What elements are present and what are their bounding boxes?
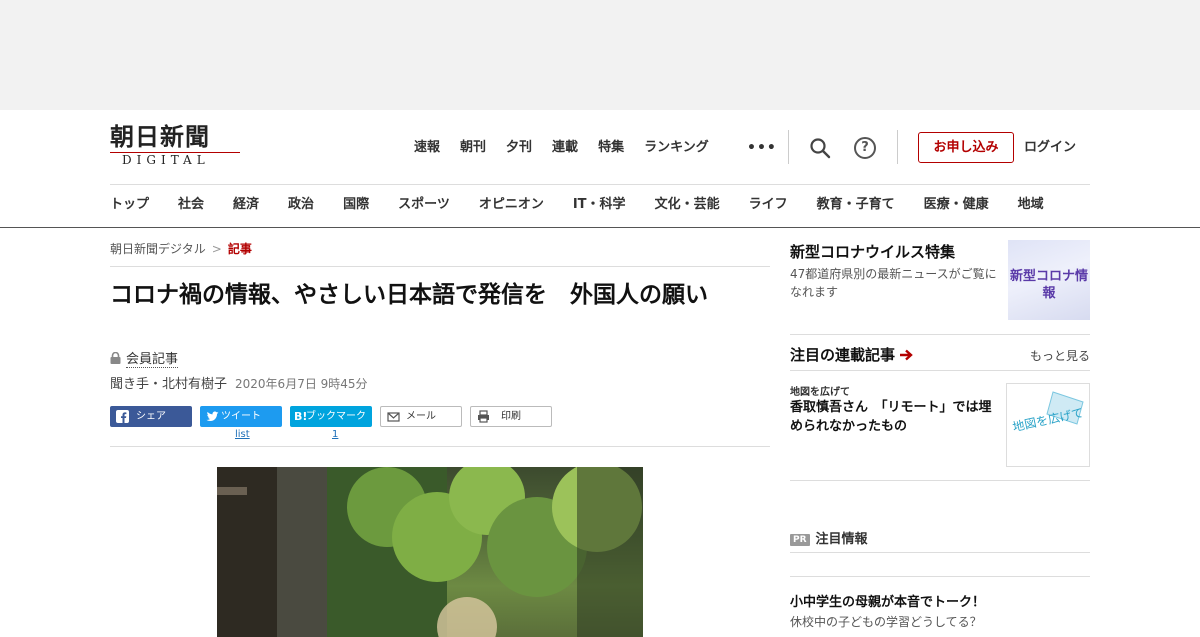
nav-divider <box>788 130 789 164</box>
cat-top[interactable]: トップ <box>110 195 149 215</box>
mail-icon <box>387 412 400 422</box>
cat-economy[interactable]: 経済 <box>233 195 259 215</box>
covid-feature-title[interactable]: 新型コロナウイルス特集 <box>790 241 955 262</box>
topnav-morning[interactable]: 朝刊 <box>460 138 486 158</box>
site-header: 朝日新聞 DIGITAL 速報 朝刊 夕刊 連載 特集 ランキング ••• ? … <box>0 110 1200 228</box>
twitter-share-label: ツイート <box>221 411 261 422</box>
sidebar-divider <box>790 334 1090 335</box>
more-menu-icon[interactable]: ••• <box>747 138 777 158</box>
share-bar: シェア ツイート B! ブックマーク メール 印刷 <box>110 406 560 427</box>
serial-heading: 注目の連載記事 <box>790 344 914 365</box>
topnav-feature[interactable]: 特集 <box>598 138 624 158</box>
serial-heading-label[interactable]: 注目の連載記事 <box>790 346 895 364</box>
topnav-ranking[interactable]: ランキング <box>644 138 709 158</box>
more-link[interactable]: もっと見る <box>1030 347 1090 364</box>
member-label[interactable]: 会員記事 <box>126 352 179 368</box>
twitter-count[interactable]: list <box>235 429 250 440</box>
mail-label: メール <box>406 411 436 422</box>
cat-region[interactable]: 地域 <box>1018 195 1044 215</box>
covid-feature-image[interactable]: 新型コロナ情報 <box>1008 240 1090 320</box>
sidebar-divider <box>790 480 1090 481</box>
serial-item-title[interactable]: 香取慎吾さん 「リモート」では埋められなかったもの <box>790 398 1000 436</box>
twitter-icon <box>206 411 219 421</box>
ad-banner-area <box>0 0 1200 110</box>
hatena-count[interactable]: 1 <box>332 429 338 440</box>
breadcrumb-divider <box>110 266 770 267</box>
byline: 聞き手・北村有樹子 2020年6月7日 9時45分 <box>110 373 368 392</box>
top-nav: 速報 朝刊 夕刊 連載 特集 ランキング <box>414 138 729 158</box>
login-link[interactable]: ログイン <box>1024 138 1076 158</box>
cat-opinion[interactable]: オピニオン <box>479 195 544 215</box>
topnav-breaking[interactable]: 速報 <box>414 138 440 158</box>
sidebar-divider <box>790 576 1090 577</box>
article-title: コロナ禍の情報、やさしい日本語で発信を 外国人の願い <box>110 282 708 308</box>
subscribe-button[interactable]: お申し込み <box>918 132 1014 163</box>
article-photo <box>217 467 643 637</box>
cat-international[interactable]: 国際 <box>343 195 369 215</box>
cat-health[interactable]: 医療・健康 <box>924 195 989 215</box>
logo-kanji: 朝日新聞 <box>110 122 210 151</box>
hatena-icon: B! <box>294 410 308 423</box>
printer-icon <box>478 410 489 423</box>
serial-item-label: 地図を広げて <box>790 387 850 398</box>
cat-politics[interactable]: 政治 <box>288 195 314 215</box>
search-icon[interactable] <box>809 137 831 159</box>
pr-item-title[interactable]: 小中学生の母親が本音でトーク！ <box>790 591 985 610</box>
print-button[interactable]: 印刷 <box>470 406 552 427</box>
topnav-evening[interactable]: 夕刊 <box>506 138 532 158</box>
cat-culture[interactable]: 文化・芸能 <box>655 195 720 215</box>
facebook-share-label: シェア <box>136 411 166 422</box>
hatena-bookmark-button[interactable]: B! ブックマーク <box>290 406 372 427</box>
pr-heading-label: 注目情報 <box>815 532 868 547</box>
publish-date: 2020年6月7日 9時45分 <box>235 377 368 391</box>
hatena-label: ブックマーク <box>306 411 366 422</box>
cat-education[interactable]: 教育・子育て <box>817 195 895 215</box>
facebook-icon <box>116 410 129 423</box>
lock-icon <box>110 352 121 364</box>
print-label: 印刷 <box>501 411 521 422</box>
header-divider <box>110 184 1090 185</box>
mail-share-button[interactable]: メール <box>380 406 462 427</box>
twitter-share-button[interactable]: ツイート <box>200 406 282 427</box>
cat-life[interactable]: ライフ <box>749 195 788 215</box>
nav-divider <box>897 130 898 164</box>
site-logo[interactable]: 朝日新聞 DIGITAL <box>110 124 242 170</box>
serial-item-image[interactable]: 地図を広げて <box>1006 383 1090 467</box>
photo-foliage-illustration <box>217 467 643 637</box>
arrow-right-icon <box>900 349 913 361</box>
share-divider <box>110 446 770 447</box>
author: 聞き手・北村有樹子 <box>110 377 228 392</box>
cat-society[interactable]: 社会 <box>178 195 204 215</box>
cat-sports[interactable]: スポーツ <box>398 195 450 215</box>
sidebar-divider <box>790 370 1090 371</box>
sidebar-divider <box>790 552 1090 553</box>
covid-feature-text[interactable]: 47都道府県別の最新ニュースがご覧になれます <box>790 265 1002 301</box>
pr-heading: PR 注目情報 <box>790 528 868 547</box>
topnav-serial[interactable]: 連載 <box>552 138 578 158</box>
cat-it-science[interactable]: IT・科学 <box>573 195 626 215</box>
breadcrumb-current: 記事 <box>227 242 252 256</box>
breadcrumb-separator: > <box>211 242 222 256</box>
facebook-share-button[interactable]: シェア <box>110 406 192 427</box>
logo-digital: DIGITAL <box>122 153 210 167</box>
member-badge: 会員記事 <box>110 348 179 368</box>
pr-item-subtitle[interactable]: 休校中の子どもの学習どうしてる？ <box>790 613 982 630</box>
covid-feature-image-text: 新型コロナ情報 <box>1009 269 1088 301</box>
breadcrumb-root[interactable]: 朝日新聞デジタル <box>110 242 206 256</box>
pr-badge: PR <box>790 534 810 546</box>
help-icon[interactable]: ? <box>854 137 876 159</box>
breadcrumb: 朝日新聞デジタル > 記事 <box>110 240 252 257</box>
category-nav: トップ 社会 経済 政治 国際 スポーツ オピニオン IT・科学 文化・芸能 ラ… <box>110 195 1073 215</box>
